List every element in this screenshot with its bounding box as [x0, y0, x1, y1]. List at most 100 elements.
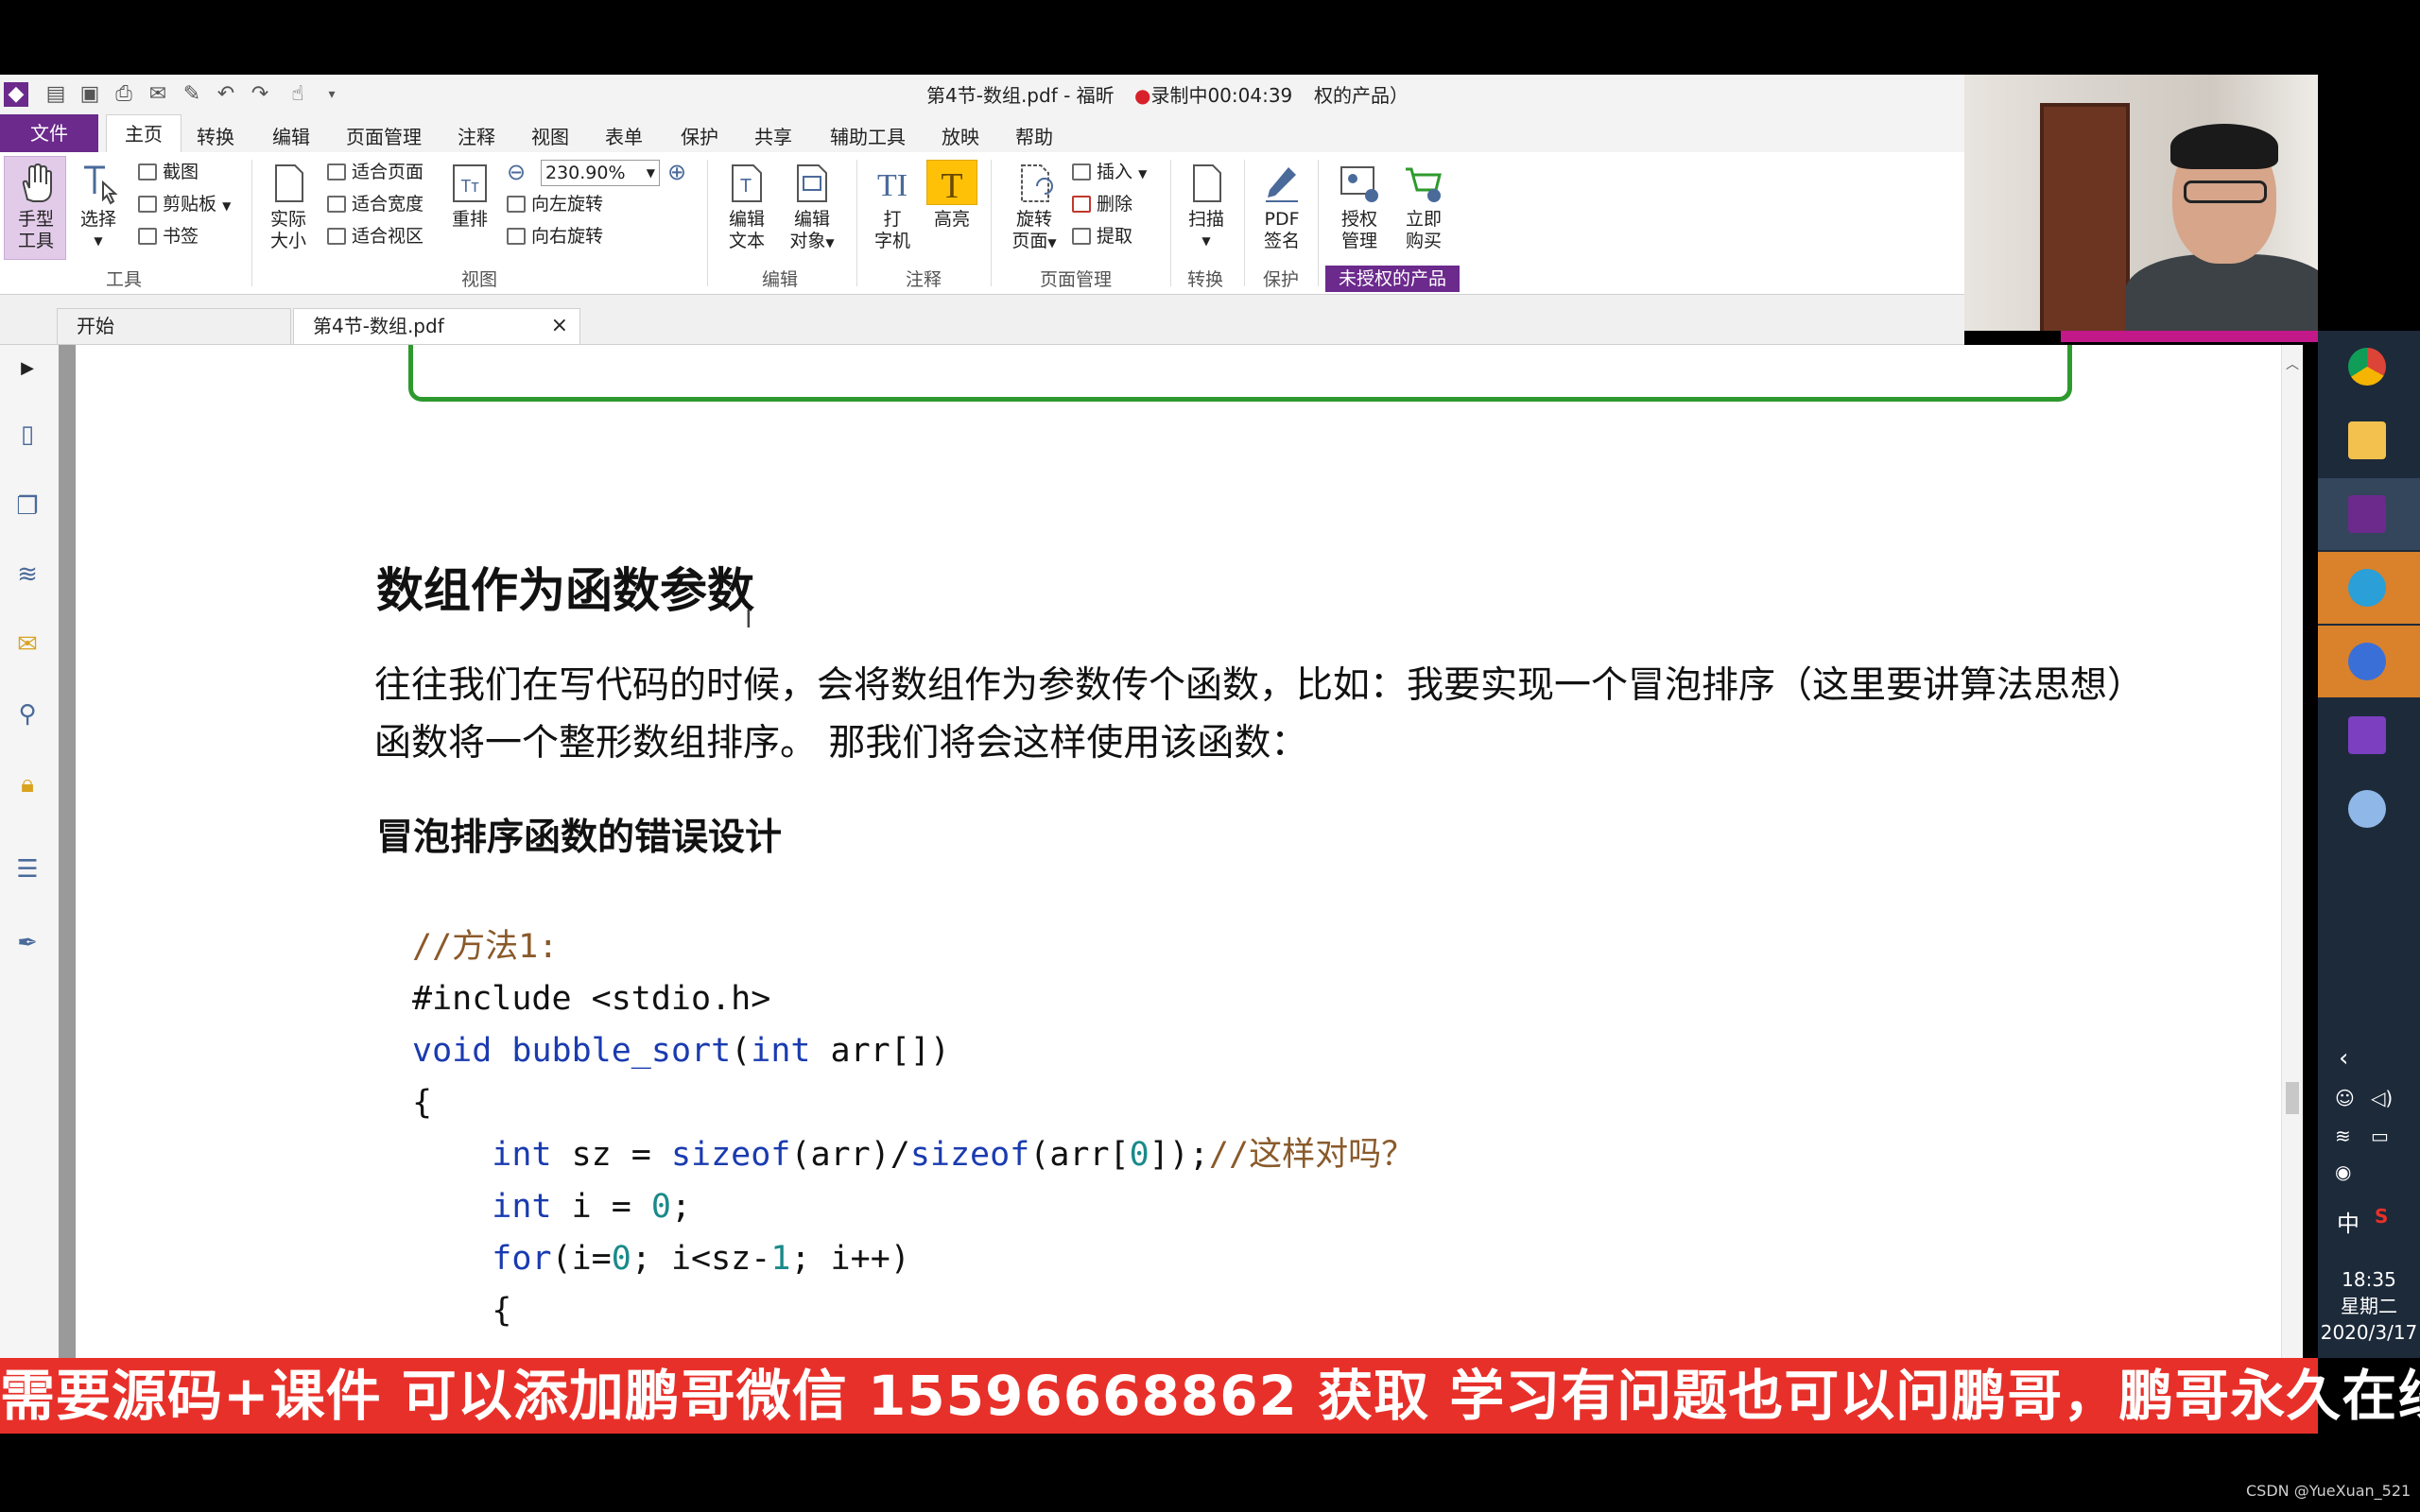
tab-accessibility[interactable]: 辅助工具 — [830, 122, 906, 149]
scroll-up-icon[interactable]: ︿ — [2286, 354, 2299, 373]
select-tool[interactable]: 选择 ▼ — [74, 162, 123, 252]
network-status-icon[interactable]: ◉ — [2335, 1160, 2351, 1183]
tab-comment[interactable]: 注释 — [458, 122, 495, 149]
save-icon[interactable]: ▣ — [78, 82, 102, 107]
rotate-left-button[interactable]: 向左旋转 — [507, 190, 603, 218]
buy-now-label-1: 立即 — [1405, 209, 1442, 230]
tab-home[interactable]: 主页 — [106, 114, 182, 153]
rotate-page-dropdown-icon[interactable]: ▼ — [1047, 236, 1056, 249]
tab-current-label: 第4节-数组.pdf — [313, 315, 444, 337]
zoom-out-icon[interactable]: ⊖ — [507, 158, 526, 186]
expand-panel-icon[interactable]: ▶ — [13, 354, 42, 383]
insert-dropdown-icon[interactable]: ▼ — [1138, 167, 1147, 180]
typewriter-button[interactable]: TI 打 字机 — [864, 162, 921, 252]
input-method-indicator[interactable]: 中 — [2337, 1205, 2360, 1238]
battery-icon[interactable]: ▭ — [2371, 1125, 2389, 1147]
tray-expand-icon[interactable]: ‹ — [2339, 1044, 2348, 1073]
undo-icon[interactable]: ↶ — [214, 82, 238, 107]
security-panel-icon[interactable]: 🔒︎ — [13, 770, 42, 799]
extract-button[interactable]: 提取 — [1072, 222, 1132, 250]
print-icon[interactable]: ⎙ — [112, 82, 136, 107]
unlicensed-badge[interactable]: 未授权的产品 — [1325, 266, 1460, 292]
pdf-sign-button[interactable]: PDF 签名 — [1253, 162, 1310, 252]
scan-button[interactable]: 扫描 ▼ — [1180, 162, 1233, 252]
bookmarks-panel-icon[interactable]: ▯ — [13, 421, 42, 449]
tab-view[interactable]: 视图 — [531, 122, 569, 149]
reflow-button[interactable]: Tт 重排 — [444, 162, 495, 231]
wifi-icon[interactable]: ≋ — [2335, 1125, 2351, 1147]
tab-convert[interactable]: 转换 — [197, 122, 234, 149]
rotate-page-icon — [1021, 164, 1053, 202]
people-icon[interactable]: ☺ — [2335, 1087, 2355, 1109]
buy-now-button[interactable]: 立即 购买 — [1393, 162, 1454, 252]
delete-button[interactable]: 删除 — [1072, 190, 1132, 218]
select-dropdown-icon[interactable]: ▼ — [74, 231, 123, 252]
insert-label: 插入 — [1097, 162, 1133, 182]
tab-start[interactable]: 开始 — [57, 308, 291, 344]
clipboard-dropdown-icon[interactable]: ▼ — [222, 199, 231, 213]
hand-quick-icon[interactable]: ☝ — [285, 82, 310, 107]
attachments-panel-icon[interactable]: ⚲ — [13, 700, 42, 729]
tab-help[interactable]: 帮助 — [1015, 122, 1053, 149]
taskbar-pdf-reader[interactable] — [2318, 478, 2420, 550]
fields-panel-icon[interactable]: ☰ — [13, 855, 42, 884]
taskbar-visual-studio[interactable] — [2318, 699, 2420, 771]
clipboard-button[interactable]: 剪贴板 ▼ — [138, 190, 231, 218]
pages-panel-icon[interactable]: ❐ — [13, 492, 42, 521]
zoom-input[interactable]: 230.90% ▼ — [541, 160, 660, 186]
signatures-panel-icon[interactable]: ✒ — [13, 929, 42, 957]
tab-current-document[interactable]: 第4节-数组.pdf × — [293, 308, 580, 344]
customize-dropdown-icon[interactable]: ▾ — [320, 82, 344, 107]
scan-dropdown-icon[interactable]: ▼ — [1180, 231, 1233, 252]
insert-icon — [1072, 163, 1091, 180]
group-separator — [991, 160, 992, 286]
insert-button[interactable]: 插入 ▼ — [1072, 158, 1147, 186]
bookmark-button[interactable]: 书签 — [138, 222, 199, 250]
taskbar-file-explorer[interactable] — [2318, 404, 2420, 476]
fit-width-button[interactable]: 适合宽度 — [327, 190, 424, 218]
zoom-dropdown-icon[interactable]: ▼ — [647, 161, 655, 185]
tab-edit[interactable]: 编辑 — [272, 122, 310, 149]
rotate-page-button[interactable]: 旋转 页面▼ — [1000, 162, 1068, 254]
hand-tool[interactable]: 手型 工具 — [8, 162, 64, 252]
tab-form[interactable]: 表单 — [605, 122, 643, 149]
screenshot-button[interactable]: 截图 — [138, 158, 199, 186]
system-clock[interactable]: 18:35 星期二 2020/3/17 — [2318, 1266, 2420, 1346]
volume-icon[interactable]: ◁) — [2371, 1087, 2393, 1109]
tab-slideshow[interactable]: 放映 — [942, 122, 979, 149]
taskbar-chrome[interactable] — [2318, 331, 2420, 403]
file-menu[interactable]: 文件 — [0, 114, 98, 152]
document-view[interactable]: 数组作为函数参数 I 往往我们在写代码的时候，会将数组作为参数传个函数，比如：我… — [76, 345, 2303, 1358]
taskbar-recorder[interactable] — [2318, 552, 2420, 624]
taskbar-paint[interactable] — [2318, 773, 2420, 845]
license-management-button[interactable]: 授权 管理 — [1329, 162, 1390, 252]
sogou-icon[interactable]: S — [2375, 1205, 2388, 1228]
highlight-button[interactable]: T 高亮 — [925, 162, 979, 231]
new-icon[interactable]: ✎ — [180, 82, 204, 107]
layers-panel-icon[interactable]: ≋ — [13, 560, 42, 589]
edit-object-button[interactable]: 编辑 对象▼ — [781, 162, 843, 254]
edit-text-button[interactable]: T 编辑 文本 — [718, 162, 775, 252]
tab-share[interactable]: 共享 — [754, 122, 792, 149]
comments-panel-icon[interactable]: ✉ — [13, 630, 42, 659]
group-separator — [1170, 160, 1171, 286]
fit-page-button[interactable]: 适合页面 — [327, 158, 424, 186]
redo-icon[interactable]: ↷ — [248, 82, 272, 107]
page-icon — [275, 164, 303, 202]
zoom-in-icon[interactable]: ⊕ — [667, 158, 686, 186]
tab-page-management[interactable]: 页面管理 — [346, 122, 422, 149]
panel-splitter[interactable] — [59, 345, 76, 1358]
vertical-scrollbar[interactable]: ︿ — [2281, 345, 2303, 1358]
fit-view-button[interactable]: 适合视区 — [327, 222, 424, 250]
actual-size-button[interactable]: 实际 大小 — [263, 162, 314, 252]
taskbar-app-c[interactable] — [2318, 626, 2420, 697]
rotate-right-button[interactable]: 向右旋转 — [507, 222, 603, 250]
tab-protect[interactable]: 保护 — [681, 122, 718, 149]
typewriter-label-1: 打 — [883, 209, 902, 230]
close-tab-icon[interactable]: × — [551, 309, 568, 343]
app-logo-icon[interactable]: ◆ — [4, 82, 28, 107]
scrollbar-thumb[interactable] — [2286, 1082, 2299, 1114]
open-icon[interactable]: ▤ — [43, 82, 68, 107]
edit-object-dropdown-icon[interactable]: ▼ — [825, 236, 834, 249]
email-icon[interactable]: ✉ — [146, 82, 170, 107]
